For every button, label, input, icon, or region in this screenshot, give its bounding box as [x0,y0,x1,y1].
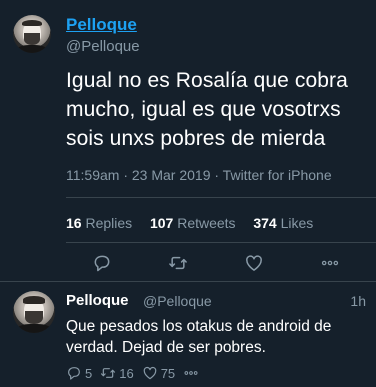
reply-retweets-count: 16 [119,365,134,381]
more-icon [184,371,198,375]
avatar[interactable] [13,15,51,53]
more-options-button[interactable] [320,253,340,273]
replies-label[interactable]: Replies [85,215,132,231]
reply-button[interactable] [92,253,112,273]
reply-more-options-button[interactable] [183,365,202,381]
retweet-icon [101,368,116,378]
reply-icon [94,255,110,272]
retweets-count[interactable]: 107 [150,215,173,231]
divider [66,197,376,198]
reply-like-button[interactable]: 75 [142,365,175,381]
tweet-stats: 16 Replies 107 Retweets 374 Likes [66,215,313,231]
divider [0,281,376,282]
like-icon [246,255,262,271]
reply-reply-button[interactable]: 5 [66,365,92,381]
replies-count[interactable]: 16 [66,215,82,231]
retweet-icon [169,256,187,270]
likes-label[interactable]: Likes [281,215,314,231]
reply-text: Que pesados los otakus de android de ver… [66,318,332,356]
reply-retweet-button[interactable]: 16 [100,365,134,381]
divider [66,242,376,243]
like-icon [143,366,157,380]
retweets-label[interactable]: Retweets [177,215,235,231]
author-handle[interactable]: @Pelloque [66,38,140,55]
tweet-text: Igual no es Rosalía que cobra mucho, igu… [66,69,348,150]
reply-avatar[interactable] [13,291,55,333]
reply-handle[interactable]: @Pelloque [143,293,212,309]
tweet-timestamp: 11:59am · 23 Mar 2019 · Twitter for iPho… [66,167,332,183]
reply-icon [68,367,80,380]
author-display-name[interactable]: Pelloque [66,15,137,35]
more-icon [321,260,339,266]
like-button[interactable] [244,253,264,273]
reply-timestamp[interactable]: 1h [350,293,366,309]
likes-count[interactable]: 374 [253,215,276,231]
reply-replies-count: 5 [85,365,93,381]
reply-likes-count: 75 [160,365,176,381]
retweet-button[interactable] [168,253,188,273]
reply-action-bar: 5 16 75 [66,365,210,381]
reply-display-name[interactable]: Pelloque [66,292,129,309]
